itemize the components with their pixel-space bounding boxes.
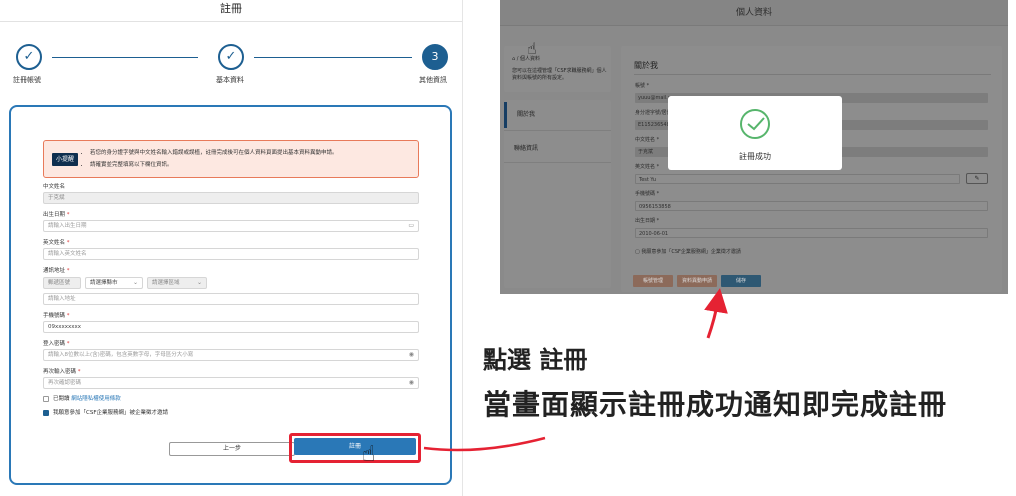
menu-divider bbox=[504, 130, 611, 131]
notice-item: 請確實並完整填寫以下欄位資訊。 bbox=[90, 159, 338, 171]
profile-description: 您可以在這裡管理「CSF求職服務網」個人資料與帳號的所有設定。 bbox=[512, 68, 607, 81]
mobile-field[interactable]: 0956153858 bbox=[635, 201, 988, 211]
section-title: 關於我 bbox=[634, 61, 658, 70]
birthday-label: 出生日期 * bbox=[635, 218, 660, 224]
birthday-field[interactable]: 2010-06-01 bbox=[635, 228, 988, 238]
page-title: 註冊 bbox=[0, 0, 462, 22]
step-label: 基本資料 bbox=[216, 76, 244, 84]
instruction-line-2: 當畫面顯示註冊成功通知即完成註冊 bbox=[483, 388, 948, 421]
data-change-button[interactable]: 資料異動申請 bbox=[677, 275, 717, 287]
profile-header: 個人資料 bbox=[500, 0, 1008, 26]
mobile-label: 手機號碼 * bbox=[635, 191, 660, 197]
english-name-field[interactable]: Test Yu bbox=[635, 174, 960, 184]
pointer-hand-icon: ☝ bbox=[362, 442, 376, 467]
account-label: 帳號 * bbox=[635, 83, 650, 89]
save-button[interactable]: 儲存 bbox=[721, 275, 761, 287]
password-confirm-label: 再次輸入密碼 * bbox=[43, 369, 81, 375]
eye-icon[interactable]: ◉ bbox=[409, 350, 414, 360]
english-name-label: 英文姓名 * bbox=[43, 240, 70, 246]
address-label: 通訊地址 * bbox=[43, 268, 70, 274]
step-1-check-icon: ✓ bbox=[16, 44, 42, 70]
district-select[interactable]: 請選擇區域 ⌄ bbox=[147, 277, 207, 289]
step-2-check-icon: ✓ bbox=[218, 44, 244, 70]
postcode-field[interactable]: 郵遞區號 bbox=[43, 277, 81, 289]
success-check-icon bbox=[740, 109, 770, 139]
chevron-down-icon: ⌄ bbox=[196, 279, 202, 286]
step-connector bbox=[52, 57, 198, 58]
birthday-label: 出生日期 * bbox=[43, 212, 70, 218]
notice-box: 小提醒 若您的身分證字號與中文姓名輸入錯誤或誤植，註冊完成後可在個人資料頁面提出… bbox=[43, 140, 419, 178]
join-checkbox[interactable] bbox=[43, 410, 49, 416]
mobile-label: 手機號碼 * bbox=[43, 313, 70, 319]
mobile-field[interactable]: 09xxxxxxxx bbox=[43, 321, 419, 333]
birthday-field[interactable]: 請輸入出生日期 ▭ bbox=[43, 220, 419, 232]
join-label: ▢ 我願意參加「CSF企業服務網」企業徵才邀請 bbox=[635, 249, 741, 255]
chevron-down-icon: ⌄ bbox=[132, 279, 138, 286]
english-name-label: 英文姓名 * bbox=[635, 164, 660, 170]
step-label: 其他資訊 bbox=[419, 76, 447, 84]
password-label: 登入密碼 * bbox=[43, 341, 70, 347]
privacy-terms-link[interactable]: 網站隱私權使用條款 bbox=[71, 396, 121, 402]
menu-item-contact[interactable]: 聯絡資訊 bbox=[504, 136, 611, 162]
menu-divider bbox=[504, 162, 611, 163]
success-message: 註冊成功 bbox=[739, 152, 771, 161]
home-icon[interactable]: ⌂ bbox=[512, 56, 515, 62]
step-label: 註冊帳號 bbox=[13, 76, 41, 84]
account-manage-button[interactable]: 帳號管理 bbox=[633, 275, 673, 287]
step-connector bbox=[254, 57, 412, 58]
chinese-name-label: 中文姓名 bbox=[43, 184, 66, 190]
menu-item-about[interactable]: 關於我 bbox=[504, 102, 611, 128]
instruction-line-1: 點選 註冊 bbox=[483, 346, 588, 374]
cursor-hand-icon: ☝ bbox=[527, 39, 537, 58]
edit-icon[interactable]: ✎ bbox=[966, 173, 988, 184]
city-select[interactable]: 請選擇縣市 ⌄ bbox=[85, 277, 143, 289]
password-confirm-field[interactable]: 再次確認密碼 ◉ bbox=[43, 377, 419, 389]
agree-label: 已閱讀 網站隱私權使用條款 bbox=[53, 396, 121, 402]
step-3-number: 3 bbox=[422, 44, 448, 70]
notice-item: 若您的身分證字號與中文姓名輸入錯誤或誤植，註冊完成後可在個人資料頁面提出基本資料… bbox=[90, 147, 338, 159]
calendar-icon[interactable]: ▭ bbox=[408, 221, 414, 231]
prev-button[interactable]: 上一步 bbox=[169, 442, 295, 456]
join-label: 我願意參加「CSF企業服務網」被企業徵才邀請 bbox=[53, 410, 168, 416]
divider bbox=[634, 74, 991, 75]
registration-panel: 註冊 ✓ ✓ 3 註冊帳號 基本資料 其他資訊 小提醒 若您的身分證字號與中文姓… bbox=[0, 0, 463, 496]
arrow-to-success bbox=[704, 288, 728, 339]
profile-intro: ⌂ / 個人資料 您可以在這裡管理「CSF求職服務網」個人資料與帳號的所有設定。 bbox=[504, 46, 611, 92]
eye-icon[interactable]: ◉ bbox=[409, 378, 414, 388]
password-field[interactable]: 請輸入8位數以上(含)密碼，包含英數字母，字母區分大小寫 ◉ bbox=[43, 349, 419, 361]
notice-list: 若您的身分證字號與中文姓名輸入錯誤或誤植，註冊完成後可在個人資料頁面提出基本資料… bbox=[90, 147, 338, 171]
chinese-name-label: 中文姓名 * bbox=[635, 137, 660, 143]
success-modal: 註冊成功 bbox=[668, 96, 842, 170]
notice-tag: 小提醒 bbox=[52, 153, 78, 166]
register-form: 小提醒 若您的身分證字號與中文姓名輸入錯誤或誤植，註冊完成後可在個人資料頁面提出… bbox=[9, 105, 452, 485]
register-button[interactable]: 註冊 bbox=[294, 438, 416, 455]
profile-menu: 關於我 聯絡資訊 bbox=[504, 100, 611, 288]
agree-checkbox[interactable] bbox=[43, 396, 49, 402]
street-field[interactable]: 請輸入地址 bbox=[43, 293, 419, 305]
english-name-field[interactable]: 請輸入英文姓名 bbox=[43, 248, 419, 260]
chinese-name-field[interactable]: 于克斌 bbox=[43, 192, 419, 204]
